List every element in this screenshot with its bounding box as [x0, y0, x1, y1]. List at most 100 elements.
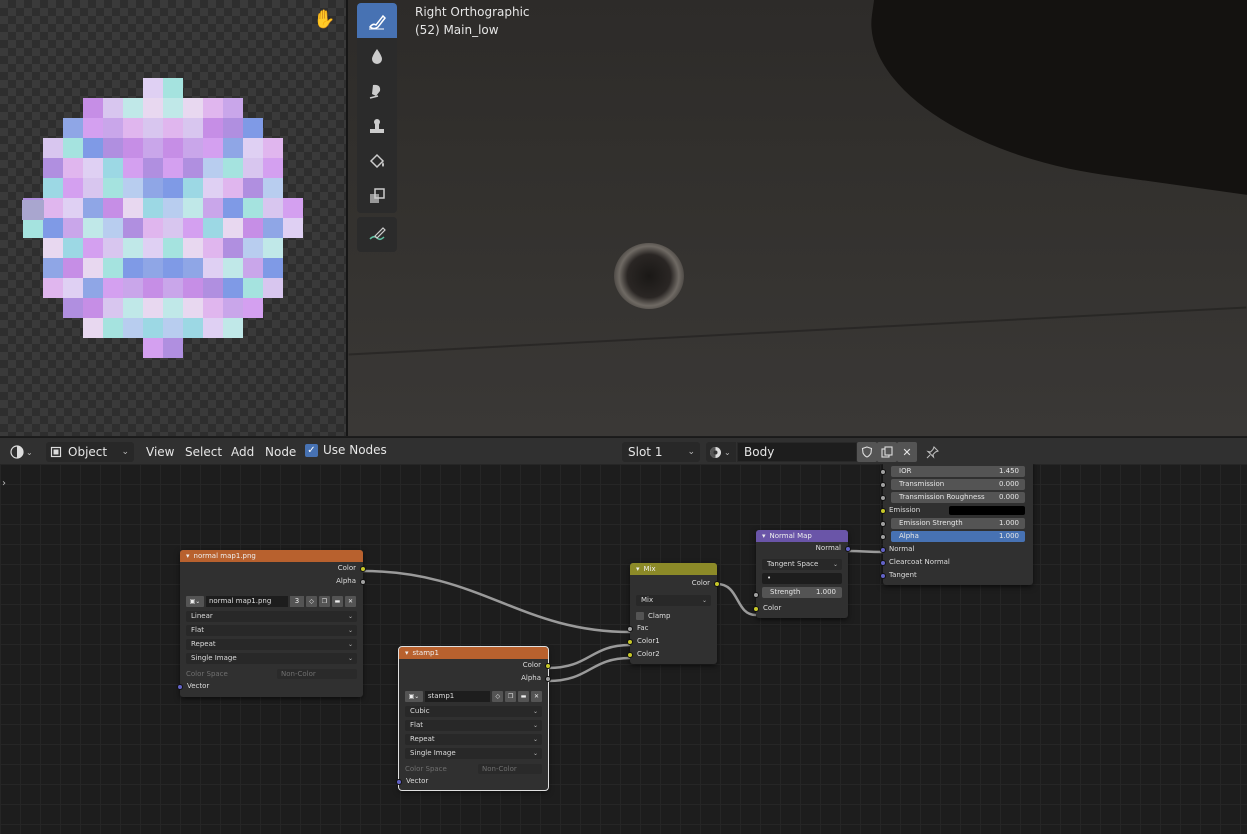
collapse-arrow-icon[interactable]: ▾ — [636, 563, 640, 575]
hand-icon[interactable]: ✋ — [313, 10, 335, 30]
folder-icon[interactable]: ▬ — [332, 596, 343, 607]
socket-input-clearcoat-normal[interactable] — [880, 559, 886, 566]
socket-output-color[interactable] — [714, 580, 720, 587]
socket-input-ior[interactable] — [880, 468, 886, 475]
projection-dropdown[interactable]: Flat ⌄ — [405, 720, 542, 731]
node-editor-canvas[interactable]: › ▾ normal map1.png Color Alpha ▣⌄ normal… — [0, 464, 1247, 834]
image-browse-button[interactable]: ▣⌄ — [186, 596, 204, 607]
clamp-checkbox[interactable] — [636, 611, 644, 620]
image-texture-node-stamp[interactable]: ▾ stamp1 Color Alpha ▣⌄ stamp1 ◇ ❐ ▬ ✕ Cu… — [396, 646, 551, 791]
socket-input-transmission[interactable] — [880, 481, 886, 488]
image-browse-button[interactable]: ▣⌄ — [405, 691, 423, 702]
sidebar-toggle-arrow[interactable]: › — [2, 478, 6, 489]
principled-bsdf-node[interactable]: IOR 1.450 Transmission 0.000 Transmission … — [880, 464, 1033, 585]
image-users-count[interactable]: 3 — [290, 596, 304, 607]
emission-color-swatch[interactable] — [949, 506, 1025, 515]
use-nodes-toggle[interactable]: ✓ Use Nodes — [305, 443, 387, 457]
fill-tool[interactable] — [357, 143, 397, 178]
image-name-field[interactable]: normal map1.png — [206, 596, 288, 607]
socket-output-alpha[interactable] — [360, 578, 366, 585]
texture-pixel — [103, 298, 123, 318]
close-icon[interactable]: ✕ — [531, 691, 542, 702]
extension-dropdown[interactable]: Repeat ⌄ — [405, 734, 542, 745]
duplicate-material-button[interactable] — [877, 442, 897, 462]
annotate-tool[interactable] — [357, 217, 397, 252]
alpha-field[interactable]: Alpha 1.000 — [891, 531, 1025, 542]
image-name-field[interactable]: stamp1 — [424, 691, 491, 702]
projection-dropdown[interactable]: Flat ⌄ — [186, 625, 357, 636]
folder-icon[interactable]: ▬ — [518, 691, 530, 702]
clamp-toggle[interactable]: Clamp — [630, 609, 717, 622]
source-dropdown[interactable]: Single Image ⌄ — [186, 653, 357, 664]
socket-output-alpha[interactable] — [545, 675, 551, 682]
socket-input-vector[interactable] — [396, 778, 402, 785]
fake-user-button[interactable] — [857, 442, 877, 462]
socket-input-emission[interactable] — [880, 507, 886, 514]
node-header[interactable]: ▾ normal map1.png — [180, 550, 363, 562]
transmission-field[interactable]: Transmission 0.000 — [891, 479, 1025, 490]
socket-input-alpha[interactable] — [880, 533, 886, 540]
blend-mode-dropdown[interactable]: Mix ⌄ — [636, 595, 711, 606]
socket-input-normal[interactable] — [880, 546, 886, 553]
material-name-field[interactable]: Body — [737, 442, 857, 462]
duplicate-icon[interactable]: ❐ — [319, 596, 330, 607]
pin-button[interactable] — [922, 442, 942, 462]
normal-map-node[interactable]: ▾ Normal Map Normal Tangent Space ⌄ • Stre… — [753, 530, 851, 618]
clone-tool[interactable] — [357, 108, 397, 143]
extension-dropdown[interactable]: Repeat ⌄ — [186, 639, 357, 650]
socket-input-strength[interactable] — [753, 591, 759, 598]
menu-node[interactable]: Node — [265, 442, 296, 462]
menu-view[interactable]: View — [146, 442, 174, 462]
node-header[interactable]: ▾ Mix — [630, 563, 717, 575]
menu-select[interactable]: Select — [185, 442, 222, 462]
soften-tool[interactable] — [357, 38, 397, 73]
source-dropdown[interactable]: Single Image ⌄ — [405, 748, 542, 759]
interpolation-dropdown[interactable]: Cubic ⌄ — [405, 706, 542, 717]
space-dropdown[interactable]: Tangent Space ⌄ — [762, 559, 842, 570]
socket-output-color[interactable] — [360, 565, 366, 572]
ior-field[interactable]: IOR 1.450 — [891, 466, 1025, 477]
interpolation-dropdown[interactable]: Linear ⌄ — [186, 611, 357, 622]
node-header[interactable]: ▾ Normal Map — [756, 530, 848, 542]
browse-material-button[interactable]: ⌄ — [706, 442, 736, 462]
socket-input-color[interactable] — [753, 605, 759, 612]
socket-input-vector[interactable] — [177, 683, 183, 690]
shader-type-dropdown[interactable]: Object ⌄ — [46, 442, 134, 462]
duplicate-icon[interactable]: ❐ — [505, 691, 517, 702]
image-texture-node-normal-map[interactable]: ▾ normal map1.png Color Alpha ▣⌄ normal m… — [177, 550, 366, 697]
draw-brush-tool[interactable] — [357, 3, 397, 38]
material-slot-dropdown[interactable]: Slot 1 ⌄ — [622, 442, 700, 462]
socket-input-emission-strength[interactable] — [880, 520, 886, 527]
mix-rgb-node[interactable]: ▾ Mix Color Mix ⌄ Clamp Fac Color1 Color2 — [627, 563, 720, 664]
editor-type-dropdown[interactable]: ⌄ — [6, 442, 40, 462]
shield-icon[interactable]: ◇ — [492, 691, 504, 702]
socket-output-normal[interactable] — [845, 545, 851, 552]
menu-add[interactable]: Add — [231, 442, 254, 462]
socket-input-fac[interactable] — [627, 625, 633, 632]
shield-icon[interactable]: ◇ — [306, 596, 317, 607]
uv-map-field[interactable]: • — [762, 573, 842, 584]
input-transmission-roughness: Transmission Roughness 0.000 — [880, 491, 1033, 504]
socket-input-color2[interactable] — [627, 651, 633, 658]
close-icon[interactable]: ✕ — [345, 596, 356, 607]
use-nodes-checkbox[interactable]: ✓ — [305, 443, 318, 457]
socket-input-transmission-roughness[interactable] — [880, 494, 886, 501]
collapse-arrow-icon[interactable]: ▾ — [186, 550, 190, 562]
collapse-arrow-icon[interactable]: ▾ — [405, 647, 409, 659]
texture-pixel — [243, 238, 263, 258]
strength-field[interactable]: Strength 1.000 — [762, 587, 842, 598]
socket-output-color[interactable] — [545, 662, 551, 669]
image-editor[interactable]: ✋ — [0, 0, 346, 436]
socket-input-color1[interactable] — [627, 638, 633, 645]
node-header[interactable]: ▾ stamp1 — [399, 647, 548, 659]
chevron-down-icon: ⌄ — [26, 447, 33, 457]
unlink-material-button[interactable]: ✕ — [897, 442, 917, 462]
emission-strength-field[interactable]: Emission Strength 1.000 — [891, 518, 1025, 529]
collapse-arrow-icon[interactable]: ▾ — [762, 530, 766, 542]
smear-tool[interactable] — [357, 73, 397, 108]
mask-tool[interactable] — [357, 178, 397, 213]
texture-pixel — [203, 278, 223, 298]
transmission-roughness-field[interactable]: Transmission Roughness 0.000 — [891, 492, 1025, 503]
socket-input-tangent[interactable] — [880, 572, 886, 579]
3d-viewport[interactable]: Right Orthographic (52) Main_low — [348, 0, 1247, 436]
